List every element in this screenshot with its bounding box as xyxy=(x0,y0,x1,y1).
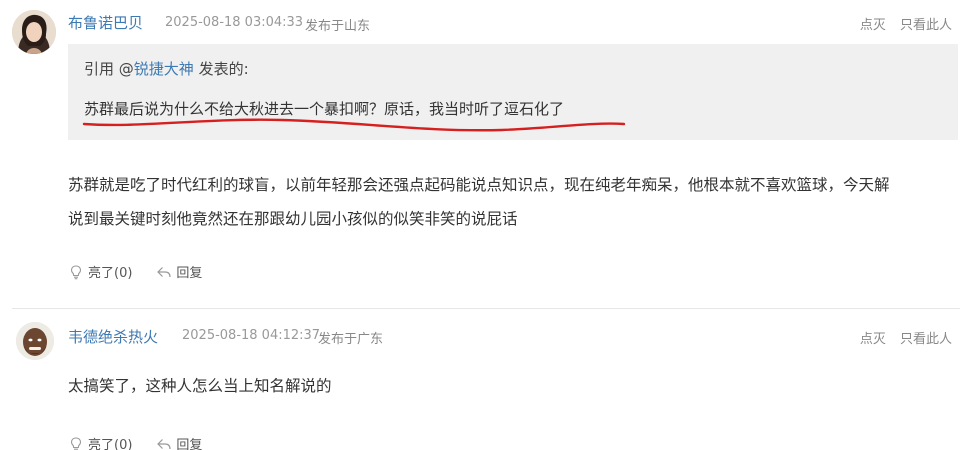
reply-button[interactable]: 回复 xyxy=(156,434,202,450)
comment-thread: 布鲁诺巴贝 2025-08-18 03:04:33 发布于山东 点灭 只看此人 … xyxy=(0,0,960,450)
like-button[interactable]: 亮了(0) xyxy=(68,434,132,450)
reply-icon xyxy=(157,266,172,277)
like-label: 亮了(0) xyxy=(88,438,133,450)
avatar[interactable] xyxy=(16,322,54,360)
lightbulb-icon xyxy=(70,264,82,279)
red-underline-mark xyxy=(82,118,626,132)
comment-divider xyxy=(12,308,960,309)
avatar-image xyxy=(16,322,54,360)
reply-label: 回复 xyxy=(176,266,203,281)
only-this-user-button[interactable]: 只看此人 xyxy=(900,332,952,347)
lightbulb-icon xyxy=(70,436,82,450)
only-this-user-button[interactable]: 只看此人 xyxy=(900,18,952,33)
comment-actions: 亮了(0) 回复 xyxy=(68,262,226,281)
comment-body: 太搞笑了，这种人怎么当上知名解说的 xyxy=(68,377,332,395)
comment-body: 苏群就是吃了时代红利的球盲，以前年轻那会还强点起码能说点知识点，现在纯老年痴呆，… xyxy=(68,176,890,228)
reply-icon xyxy=(157,438,172,449)
quote-suffix: 发表的: xyxy=(193,60,249,78)
comment-tools: 点灭 只看此人 xyxy=(850,14,952,33)
reply-button[interactable]: 回复 xyxy=(156,262,202,281)
downvote-button[interactable]: 点灭 xyxy=(860,18,886,33)
reply-label: 回复 xyxy=(176,438,203,450)
post-time: 2025-08-18 04:12:37 xyxy=(182,328,321,343)
comment-item: 布鲁诺巴贝 2025-08-18 03:04:33 发布于山东 点灭 只看此人 … xyxy=(0,0,960,305)
comment-tools: 点灭 只看此人 xyxy=(850,328,952,347)
post-location: 发布于广东 xyxy=(318,332,384,347)
quote-mention[interactable]: 锐捷大神 xyxy=(134,60,194,78)
avatar[interactable] xyxy=(12,10,56,54)
quote-prefix: 引用 @ xyxy=(84,60,134,78)
downvote-button[interactable]: 点灭 xyxy=(860,332,886,347)
username[interactable]: 布鲁诺巴贝 xyxy=(68,12,143,33)
quote-header: 引用 @锐捷大神 发表的: xyxy=(84,58,249,79)
username[interactable]: 韦德绝杀热火 xyxy=(68,326,158,347)
post-location: 发布于山东 xyxy=(305,19,371,34)
comment-actions: 亮了(0) 回复 xyxy=(68,434,226,450)
like-button[interactable]: 亮了(0) xyxy=(68,262,132,281)
post-time: 2025-08-18 03:04:33 xyxy=(165,15,304,30)
like-label: 亮了(0) xyxy=(88,266,133,281)
avatar-image xyxy=(12,10,56,54)
